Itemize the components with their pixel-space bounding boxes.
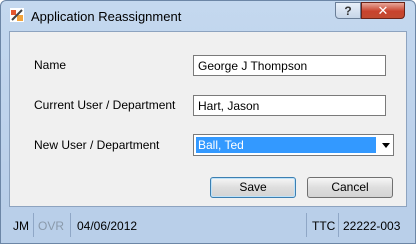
status-separator [306,213,307,237]
status-separator [70,213,71,237]
current-user-field[interactable]: Hart, Jason [193,95,386,116]
name-label: Name [34,58,67,72]
status-separator [33,213,34,237]
close-icon[interactable]: ✕ [361,2,405,19]
window-title: Application Reassignment [31,9,182,24]
help-icon[interactable]: ? [335,2,361,19]
title-bar[interactable]: Application Reassignment ? ✕ [1,1,415,31]
new-user-label: New User / Department [34,138,160,152]
new-user-selected-value: Ball, Ted [196,137,376,153]
chevron-down-icon[interactable] [382,143,390,148]
status-separator [338,213,339,237]
status-mode: OVR [38,219,65,233]
current-user-label: Current User / Department [34,98,176,112]
status-code: TTC [312,219,336,233]
app-icon [10,8,24,22]
form-panel: Name George J Thompson Current User / De… [9,31,407,207]
status-id: 22222-003 [343,219,401,233]
status-user: JM [13,219,29,233]
status-date: 04/06/2012 [77,219,138,233]
status-bar: JM OVR 04/06/2012 TTC 22222-003 [1,209,415,243]
save-button[interactable]: Save [210,177,296,198]
cancel-button[interactable]: Cancel [307,177,393,198]
name-field[interactable]: George J Thompson [193,55,386,76]
dialog-window: Application Reassignment ? ✕ Name George… [0,0,416,244]
new-user-select[interactable]: Ball, Ted [193,134,394,156]
